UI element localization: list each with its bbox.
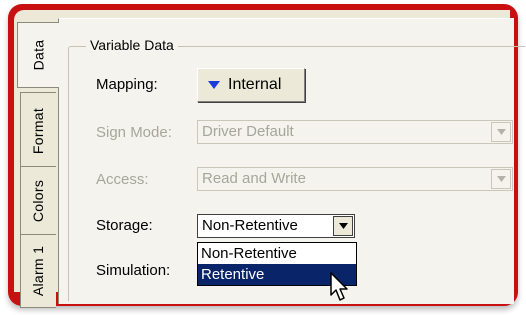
access-label: Access: [96,171,149,188]
tab-colors[interactable]: Colors [20,166,56,236]
sign-mode-value: Driver Default [202,123,294,140]
storage-option-non-retentive[interactable]: Non-Retentive [198,243,356,264]
tab-label: Colors [30,179,47,223]
sign-mode-label: Sign Mode: [96,124,172,141]
mapping-button-label: Internal [228,76,282,93]
tab-data[interactable]: Data [17,22,59,88]
tab-label: Format [30,107,47,155]
simulation-label: Simulation: [96,262,171,279]
mapping-button[interactable]: Internal [197,68,305,102]
access-value: Read and Write [202,170,306,187]
mouse-pointer-icon [330,272,348,301]
chevron-down-icon [491,169,511,189]
tab-label: Data [30,39,47,71]
group-title: Variable Data [86,37,178,53]
tab-alarm-1[interactable]: Alarm 1 [20,234,56,308]
storage-label: Storage: [96,217,153,234]
mapping-label: Mapping: [96,76,158,93]
chevron-down-icon[interactable] [333,216,353,236]
triangle-down-icon [208,81,220,89]
storage-value: Non-Retentive [202,217,298,234]
access-select[interactable]: Read and Write [197,167,513,191]
tab-format[interactable]: Format [20,92,56,170]
storage-select[interactable]: Non-Retentive [197,214,355,238]
tab-label: Alarm 1 [30,245,47,297]
sign-mode-select[interactable]: Driver Default [197,120,513,144]
chevron-down-icon [491,122,511,142]
